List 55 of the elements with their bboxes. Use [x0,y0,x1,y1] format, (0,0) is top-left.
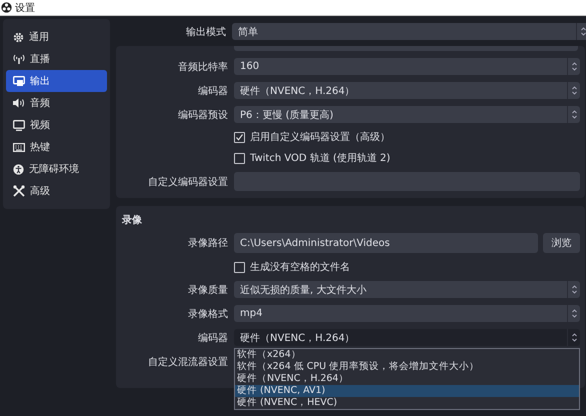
section-title: 录像 [122,214,143,227]
spinner-arrows-icon[interactable] [572,62,576,71]
field-label: 录像路径 [187,237,228,250]
field-label: 录像质量 [187,284,228,296]
dropdown[interactable]: P6：更慢 (质量更高) [234,106,580,123]
dropdown[interactable]: mp4 [234,305,580,322]
field-label: 自定义编码器设置 [147,176,228,188]
checkbox[interactable] [234,152,245,164]
dropdown-option[interactable]: 软件（x264 低 CPU 使用率预设，将会增加文件大小） [235,361,579,373]
spinner-arrows-icon[interactable] [572,309,576,318]
spinner-arrows-icon[interactable] [580,27,586,36]
checkbox-label: Twitch VOD 轨道 (使用轨道 2) [250,152,390,165]
gear-icon [13,32,24,42]
spinner-arrows-icon[interactable] [572,86,576,95]
checkbox-label: 生成没有空格的文件名 [250,260,350,274]
dropdown[interactable]: 简单 [232,23,586,40]
sidebar-item[interactable]: 视频 [6,114,107,136]
field-label: 编码器预设 [177,108,228,122]
accessibility-icon [13,164,24,174]
input-field[interactable]: C:\Users\Administrator\Videos [234,233,538,253]
window-title: 设置 [15,2,35,14]
antenna-icon [13,54,25,64]
sidebar-item[interactable]: 音频 [6,92,107,114]
speaker-icon [13,98,25,108]
field-label: 输出模式 [185,26,226,38]
spinner-arrows-icon[interactable] [572,285,576,294]
dropdown[interactable]: 硬件（NVENC，H.264） [234,82,580,99]
spinner-arrows-icon[interactable] [572,110,576,119]
sidebar-item[interactable]: 高级 [6,180,107,202]
field-label: 编码器 [197,332,228,344]
monitor-icon [13,76,25,86]
browse-button[interactable]: 浏览 [543,233,580,253]
dropdown-option[interactable]: 硬件 (NVENC, AV1) [235,385,579,397]
dropdown-option[interactable]: 硬件（NVENC，H.264） [235,373,579,385]
checkbox-label: 启用自定义编码器设置（高级） [250,130,390,144]
sidebar-item[interactable]: 无障碍环境 [6,158,107,180]
sidebar-item[interactable]: 热键 [6,136,107,158]
display-icon [13,120,25,130]
dropdown-option[interactable]: 软件（x264） [235,349,579,361]
sidebar-item[interactable]: 直播 [6,48,107,70]
dropdown[interactable]: 近似无损的质量, 大文件大小 [234,281,580,298]
dropdown[interactable]: 硬件（NVENC，H.264） [234,329,580,346]
tools-icon [13,185,25,197]
field-label: 自定义混流器设置 [147,356,228,368]
dropdown-option[interactable]: 硬件 (NVENC，HEVC) [235,397,579,409]
field-label: 音频比特率 [177,60,228,74]
field-label: 录像格式 [187,308,228,320]
dropdown[interactable]: 160 [234,58,580,75]
field-label: 编码器 [197,84,228,98]
spinner-arrows-icon[interactable] [572,333,576,342]
checkbox[interactable] [234,262,245,272]
checkbox[interactable] [234,132,245,142]
sidebar-item[interactable]: 通用 [6,26,107,48]
sidebar-item[interactable]: 输出 [6,70,107,92]
keyboard-icon [13,142,25,152]
